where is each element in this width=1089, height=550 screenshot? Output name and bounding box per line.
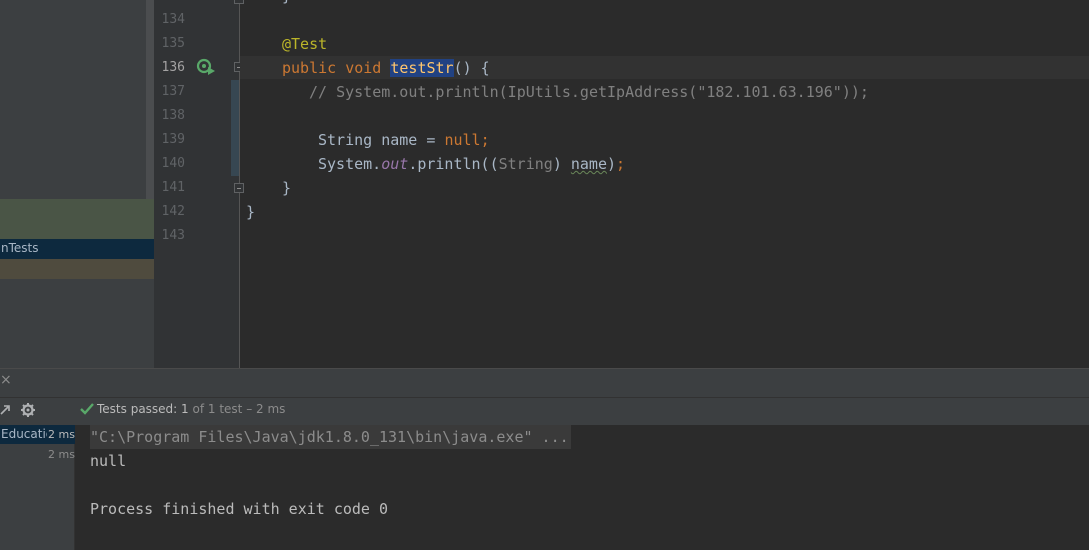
console-command-line[interactable]: "C:\Program Files\Java\jdk1.8.0_131\bin\…: [90, 425, 571, 449]
line-number-current: 136: [161, 60, 185, 75]
static-field-out: out: [381, 155, 409, 173]
check-icon: [80, 403, 94, 415]
run-toolbar-icons: [0, 403, 35, 417]
signature-tail: () {: [453, 59, 490, 77]
code-line-println[interactable]: System.out.println((String) name);: [318, 152, 625, 176]
close-icon[interactable]: ×: [0, 372, 12, 388]
fold-marker[interactable]: [234, 183, 244, 193]
code-line-comment[interactable]: // System.out.println(IpUtils.getIpAddre…: [309, 80, 869, 104]
status-count: 1: [181, 402, 189, 416]
line-number: 133: [154, 0, 185, 8]
semicolon: ;: [480, 131, 490, 149]
code-line-method-close[interactable]: }: [282, 176, 291, 200]
code-line-class-close[interactable]: }: [246, 200, 255, 224]
test-tree-item-label[interactable]: Educatior: [1, 427, 47, 441]
line-number: 141: [161, 180, 185, 195]
expand-icon[interactable]: [0, 405, 10, 415]
system-class: System.: [318, 155, 382, 173]
println-call: .println((: [408, 155, 499, 173]
line-number: 142: [161, 204, 185, 219]
keyword: public: [282, 59, 337, 77]
fold-marker[interactable]: [234, 0, 244, 4]
status-label: Tests passed:: [97, 402, 178, 416]
console-output: null: [90, 452, 127, 470]
code-line-method-signature[interactable]: public void testStr() {: [282, 56, 490, 80]
redundant-cast-type: String: [498, 155, 553, 173]
run-tab-bar: [0, 368, 1089, 397]
line-number: 140: [161, 156, 185, 171]
line-number: 135: [161, 36, 185, 51]
test-duration: 2 ms: [48, 428, 75, 441]
semicolon: ;: [616, 155, 626, 173]
declaration-text: name =: [372, 131, 445, 149]
project-tool-window: [0, 0, 154, 368]
code-line-133[interactable]: }: [282, 0, 291, 8]
line-number: 143: [161, 228, 185, 243]
method-name-highlight[interactable]: testStr: [390, 59, 454, 77]
close-paren: ): [607, 155, 617, 173]
line-number: 134: [161, 12, 185, 27]
line-number: 137: [161, 84, 185, 99]
line-number: 138: [161, 108, 185, 123]
brace: }: [282, 0, 291, 5]
console-exit-message: Process finished with exit code 0: [90, 500, 389, 518]
vcs-change-marker[interactable]: [231, 80, 239, 176]
line-number: 139: [161, 132, 185, 147]
gear-icon[interactable]: [21, 403, 35, 417]
test-duration: 2 ms: [48, 448, 75, 461]
run-test-icon[interactable]: [196, 58, 216, 76]
type-name: String: [318, 131, 373, 149]
test-status: Tests passed: 1 of 1 test – 2 ms: [97, 402, 285, 416]
project-tree-row[interactable]: [0, 259, 154, 279]
code-line-annotation[interactable]: @Test: [282, 32, 327, 56]
keyword: void: [345, 59, 382, 77]
project-tree-row-modified[interactable]: [0, 199, 154, 239]
inspection-warning-name[interactable]: name: [571, 155, 607, 173]
status-detail: of 1 test – 2 ms: [192, 402, 286, 416]
project-tree-row-selected[interactable]: nTests: [0, 239, 154, 259]
code-line-declaration[interactable]: String name = null;: [318, 128, 490, 152]
keyword-null: null: [444, 131, 481, 149]
project-scrollbar[interactable]: [146, 0, 154, 216]
project-tree-item-label: nTests: [1, 241, 39, 255]
cast-close: ): [552, 155, 571, 173]
